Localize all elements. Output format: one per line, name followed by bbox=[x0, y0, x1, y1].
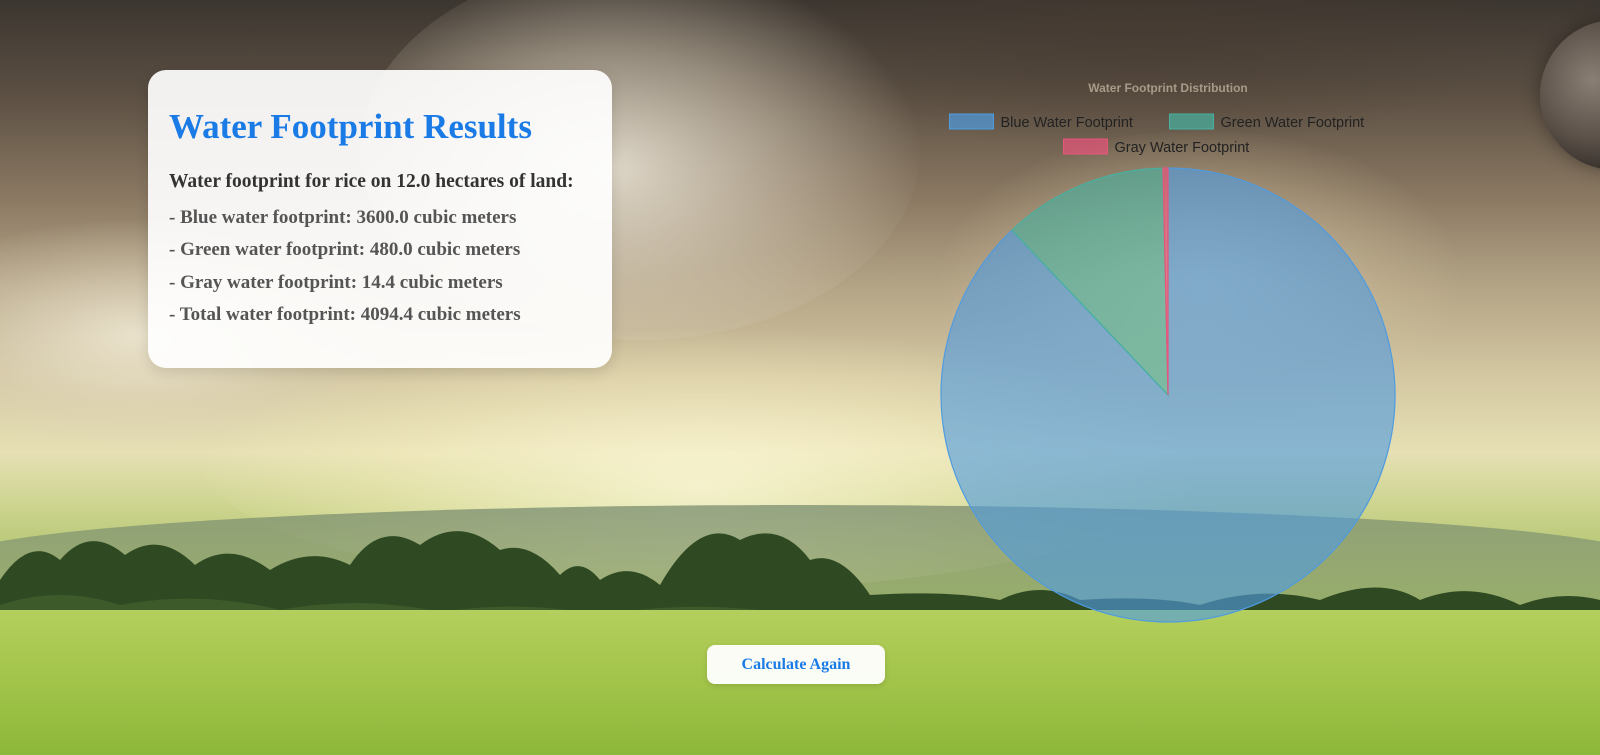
footprint-pie-chart: Water Footprint Distribution Blue Water … bbox=[940, 81, 1396, 623]
legend-swatch-blue-water-footprint[interactable] bbox=[949, 113, 994, 130]
legend-label-green-water-footprint[interactable]: Green Water Footprint bbox=[1221, 115, 1365, 131]
chart-title: Water Footprint Distribution bbox=[1088, 81, 1248, 95]
legend-swatch-gray-water-footprint[interactable] bbox=[1063, 138, 1108, 155]
legend-label-gray-water-footprint[interactable]: Gray Water Footprint bbox=[1115, 140, 1250, 156]
legend-swatch-green-water-footprint[interactable] bbox=[1169, 113, 1214, 130]
legend-label-blue-water-footprint[interactable]: Blue Water Footprint bbox=[1001, 115, 1133, 131]
